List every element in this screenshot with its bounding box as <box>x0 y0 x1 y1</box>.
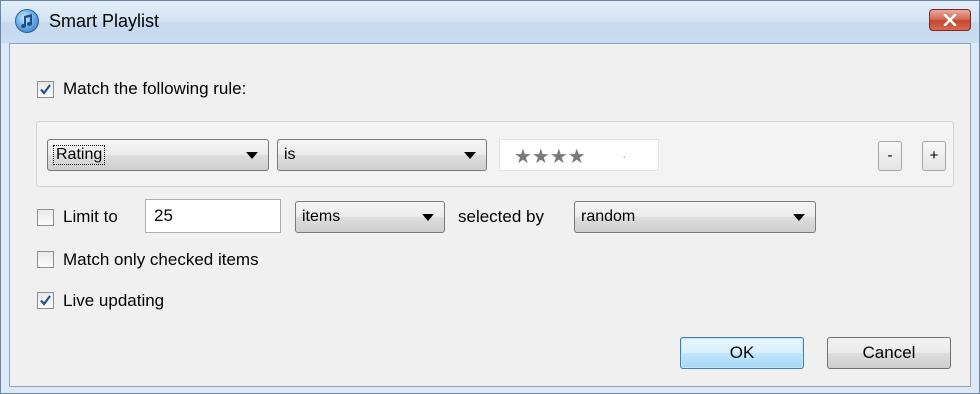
close-icon <box>943 14 957 26</box>
limit-checkbox[interactable] <box>37 209 54 226</box>
itunes-icon <box>15 9 39 33</box>
rule-operator-select[interactable]: is <box>277 139 487 171</box>
smart-playlist-window: Smart Playlist Match the following rule:… <box>0 0 980 394</box>
ok-button[interactable]: OK <box>680 337 804 369</box>
window-title: Smart Playlist <box>49 11 160 31</box>
empty-star-dot: · <box>622 148 627 164</box>
filled-stars: ★★★★ <box>514 146 586 168</box>
add-rule-button[interactable]: + <box>922 141 946 171</box>
live-updating-label: Live updating <box>63 291 165 310</box>
match-rule-label: Match the following rule: <box>63 79 247 98</box>
rating-stars-field[interactable]: ★★★★ · <box>499 139 659 171</box>
cancel-button[interactable]: Cancel <box>827 337 951 369</box>
match-checked-checkbox[interactable] <box>37 251 54 268</box>
title-bar[interactable]: Smart Playlist <box>1 1 979 43</box>
match-checked-label: Match only checked items <box>63 250 259 269</box>
chevron-down-icon <box>464 152 476 159</box>
selected-by-select[interactable]: random <box>574 201 816 233</box>
checkmark-icon <box>40 84 51 95</box>
limit-label: Limit to <box>63 207 118 226</box>
chevron-down-icon <box>246 152 258 159</box>
checkmark-icon <box>40 295 51 306</box>
rule-operator-value: is <box>284 146 296 163</box>
limit-value-field[interactable] <box>146 200 280 232</box>
match-rule-checkbox[interactable] <box>37 81 54 98</box>
remove-rule-button[interactable]: - <box>878 141 902 171</box>
chevron-down-icon <box>793 214 805 221</box>
selected-by-value: random <box>581 208 636 225</box>
rule-field-value: Rating <box>52 145 106 165</box>
limit-unit-select[interactable]: items <box>295 201 445 233</box>
live-updating-checkbox[interactable] <box>37 292 54 309</box>
limit-unit-value: items <box>302 208 341 225</box>
limit-value-input[interactable] <box>145 199 281 233</box>
chevron-down-icon <box>422 214 434 221</box>
rule-field-select[interactable]: Rating <box>47 139 269 171</box>
selected-by-label: selected by <box>458 207 544 226</box>
close-button[interactable] <box>929 9 971 31</box>
